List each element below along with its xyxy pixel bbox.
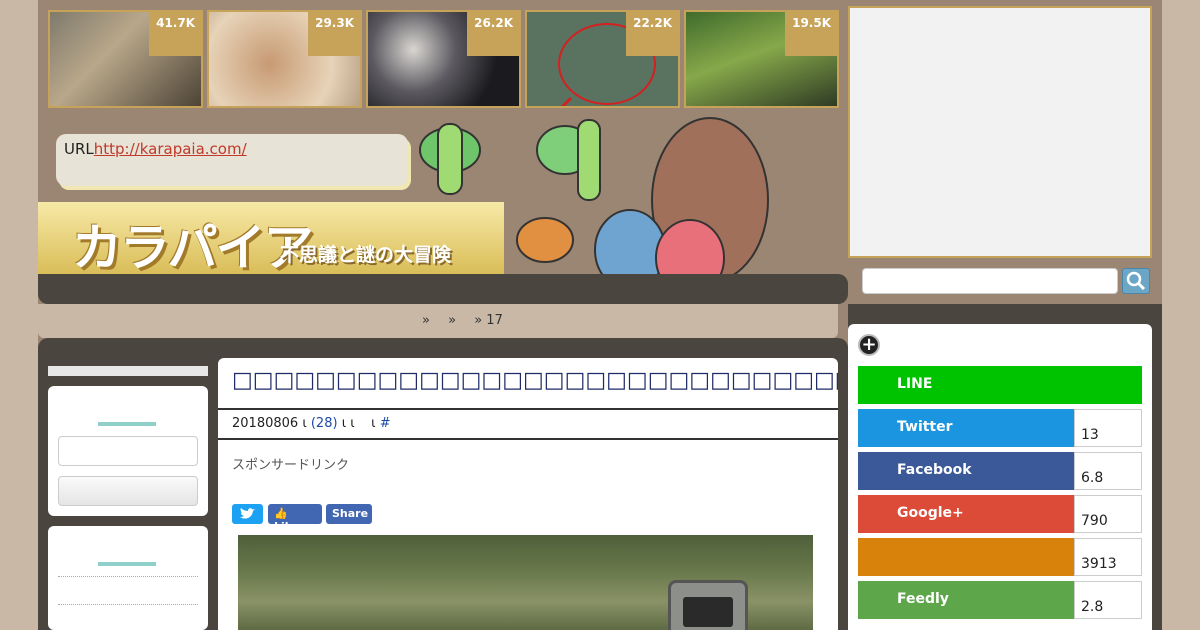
meta-separator: ι [302,416,307,431]
share-twitter-button[interactable]: Twitter 13 [858,409,1142,447]
share-twitter-count: 13 [1074,409,1142,447]
article-title[interactable]: □□□□□□□□□□□□□□□□□□□□□□□□□□□□□□□□□□17□□□□… [218,358,838,410]
thumbnail-5[interactable]: 19.5K [684,10,839,108]
robot-figure [668,580,748,630]
thumbnail-count: 19.5K [785,12,837,56]
sidebar-submit-button[interactable] [58,476,198,506]
header-bar [38,274,848,304]
thumbnail-4[interactable]: 22.2K [525,10,680,108]
sidebar-list-box [48,526,208,630]
url-prefix: URL [64,140,94,158]
hash-link[interactable]: # [380,416,391,431]
sidebar-search-box [48,386,208,516]
share-feedly-count: 2.8 [1074,581,1142,619]
article: □□□□□□□□□□□□□□□□□□□□□□□□□□□□□□□□□□17□□□□… [218,358,838,630]
article-main-image [238,535,813,630]
share-facebook-label: Facebook [858,452,1074,490]
share-hatena-button[interactable]: 3913 [858,538,1142,576]
popular-thumbnails: 41.7K 29.3K 26.2K 22.2K 19.5K [48,10,840,108]
search-icon [1126,271,1146,291]
comment-count-link[interactable]: (28) [311,416,338,431]
thumbnail-count: 22.2K [626,12,678,56]
share-feedly-button[interactable]: Feedly 2.8 [858,581,1142,619]
breadcrumb-item[interactable]: » [448,313,456,328]
meta-separator: ι [371,416,376,431]
share-label: Share [332,507,369,520]
share-facebook-button[interactable]: Facebook 6.8 [858,452,1142,490]
share-twitter-label: Twitter [858,409,1074,447]
site-url-link[interactable]: http://karapaia.com/ [94,140,247,158]
search-button[interactable] [1122,268,1150,294]
share-googleplus-count: 790 [1074,495,1142,533]
like-label: Like [274,520,300,533]
thumbnail-count: 26.2K [467,12,519,56]
thumbnail-2[interactable]: 29.3K [207,10,362,108]
list-divider [58,604,198,605]
share-facebook-count: 6.8 [1074,452,1142,490]
share-line-button[interactable]: LINE [858,366,1142,404]
site-logo-banner[interactable]: カラパイア 不思議と謎の大冒険 [38,202,504,277]
section-divider [98,422,156,426]
thumbs-up-icon: 👍 [274,507,288,520]
thumbnail-1[interactable]: 41.7K [48,10,203,108]
list-divider [58,576,198,577]
thumbnail-3[interactable]: 26.2K [366,10,521,108]
article-date: 20180806 [232,416,299,431]
facebook-share-button[interactable]: Share [326,504,372,524]
plus-icon[interactable]: + [858,334,880,356]
share-googleplus-label: Google+ [858,495,1074,533]
breadcrumb-item[interactable]: » [422,313,430,328]
meta-separator: ι ι [341,416,355,431]
twitter-bird-icon [240,508,255,519]
search-input[interactable] [862,268,1118,294]
share-hatena-label [858,538,1074,576]
ad-space [848,6,1152,258]
facebook-like-button[interactable]: 👍 Like [268,504,322,533]
url-box: URLhttp://karapaia.com/ [56,134,408,186]
share-feedly-label: Feedly [858,581,1074,619]
breadcrumb: » » » 17 [38,304,838,338]
sponsored-link-label: スポンサードリンク [232,458,350,473]
site-tagline: 不思議と謎の大冒険 [280,244,452,266]
thumbnail-count: 41.7K [149,12,201,56]
tweet-button[interactable] [232,504,263,524]
thumbnail-count: 29.3K [308,12,360,56]
share-line-label: LINE [858,366,1142,404]
article-meta: 20180806 ι (28) ι ι ι # [218,410,838,440]
section-divider [98,562,156,566]
site-logo: カラパイア [72,219,313,277]
share-hatena-count: 3913 [1074,538,1142,576]
breadcrumb-item: » 17 [474,313,503,328]
sidebar-header-strip [48,366,208,376]
sidebar-text-input[interactable] [58,436,198,466]
share-googleplus-button[interactable]: Google+ 790 [858,495,1142,533]
